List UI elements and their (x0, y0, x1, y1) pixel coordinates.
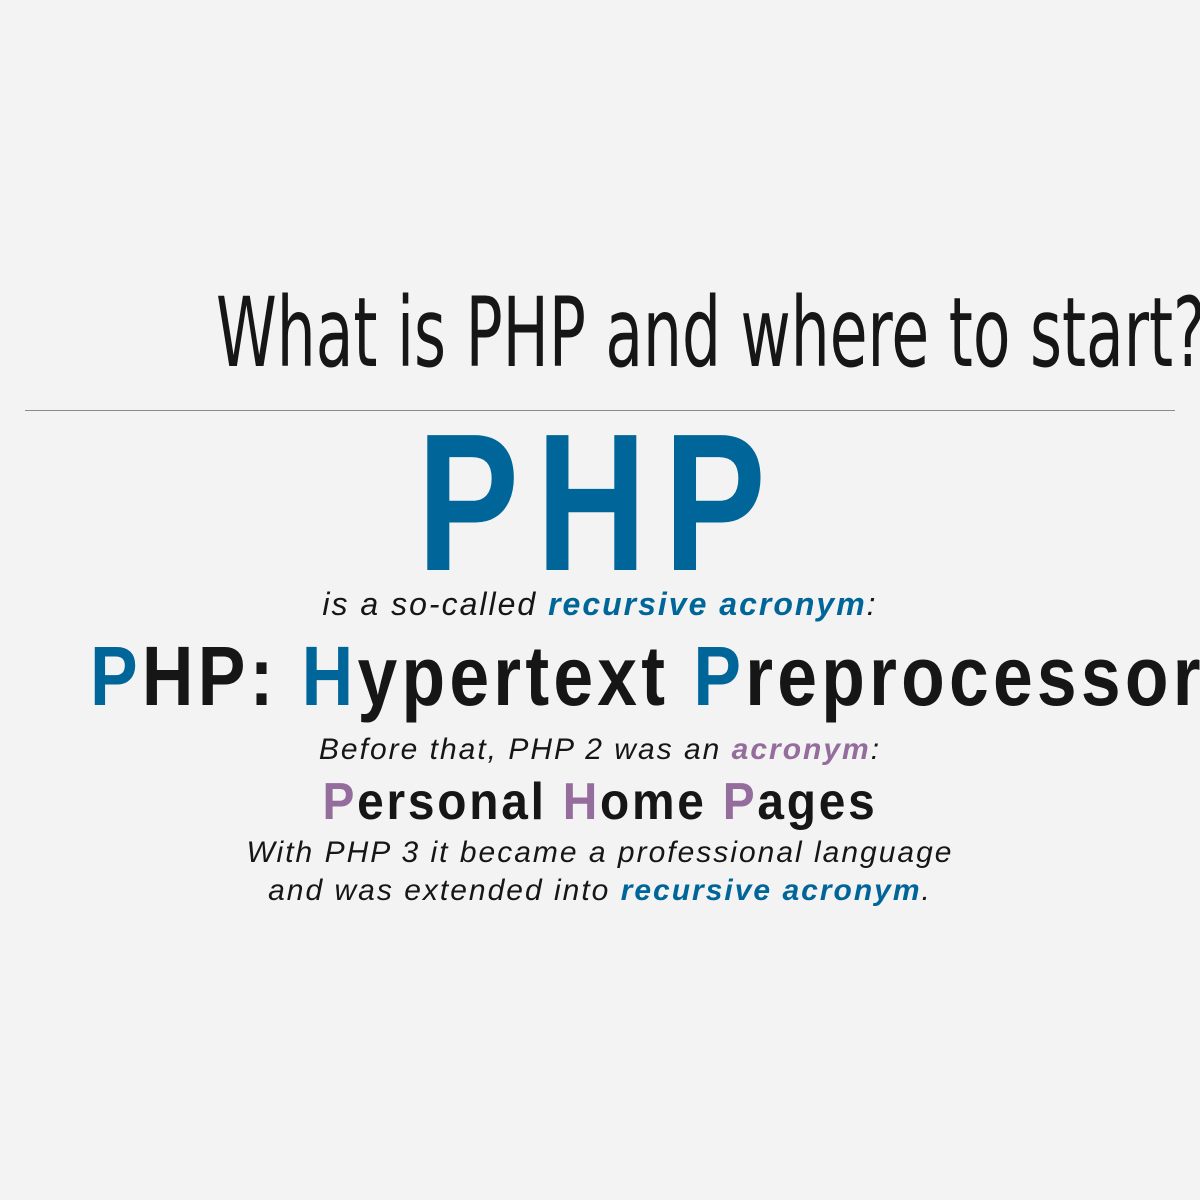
old-name-pages-rest: ages (757, 773, 878, 831)
expansion-php-rest: HP: (141, 629, 302, 723)
closing-suffix: . (921, 874, 932, 907)
old-name-personal-rest: ersonal (357, 773, 563, 831)
history-suffix: : (870, 733, 882, 766)
php-logo-text: PHP (417, 393, 783, 612)
old-name: Personal Home Pages (48, 772, 1152, 832)
acronym-expansion: PHP: Hypertext Preprocessor (90, 628, 1200, 724)
page-title: What is PHP and where to start? (216, 277, 1200, 389)
intro-suffix: : (866, 586, 878, 622)
old-name-home-rest: ome (600, 773, 723, 831)
history-highlight: acronym (731, 733, 871, 766)
closing-line-2: and was extended into recursive acronym. (0, 872, 1200, 910)
expansion-initial-p: P (90, 629, 142, 723)
closing-highlight: recursive acronym (620, 874, 922, 907)
expansion-hypertext-rest: ypertext (357, 629, 694, 723)
old-name-initial-p2: P (722, 773, 758, 831)
expansion-initial-h: H (301, 629, 358, 723)
history-line: Before that, PHP 2 was an acronym: (0, 730, 1200, 770)
old-name-initial-p: P (322, 773, 358, 831)
intro-highlight: recursive acronym (548, 586, 867, 622)
expansion-preprocessor-rest: reprocessor (745, 629, 1200, 723)
php-infographic: What is PHP and where to start? PHP is a… (0, 0, 1200, 1200)
history-prefix: Before that, PHP 2 was an (318, 733, 732, 766)
intro-line: is a so-called recursive acronym: (0, 584, 1200, 624)
intro-prefix: is a so-called (322, 586, 549, 622)
expansion-initial-p2: P (693, 629, 746, 723)
closing-line-1: With PHP 3 it became a professional lang… (246, 836, 954, 869)
old-name-initial-h: H (562, 773, 601, 831)
closing-prefix: and was extended into (268, 874, 621, 907)
